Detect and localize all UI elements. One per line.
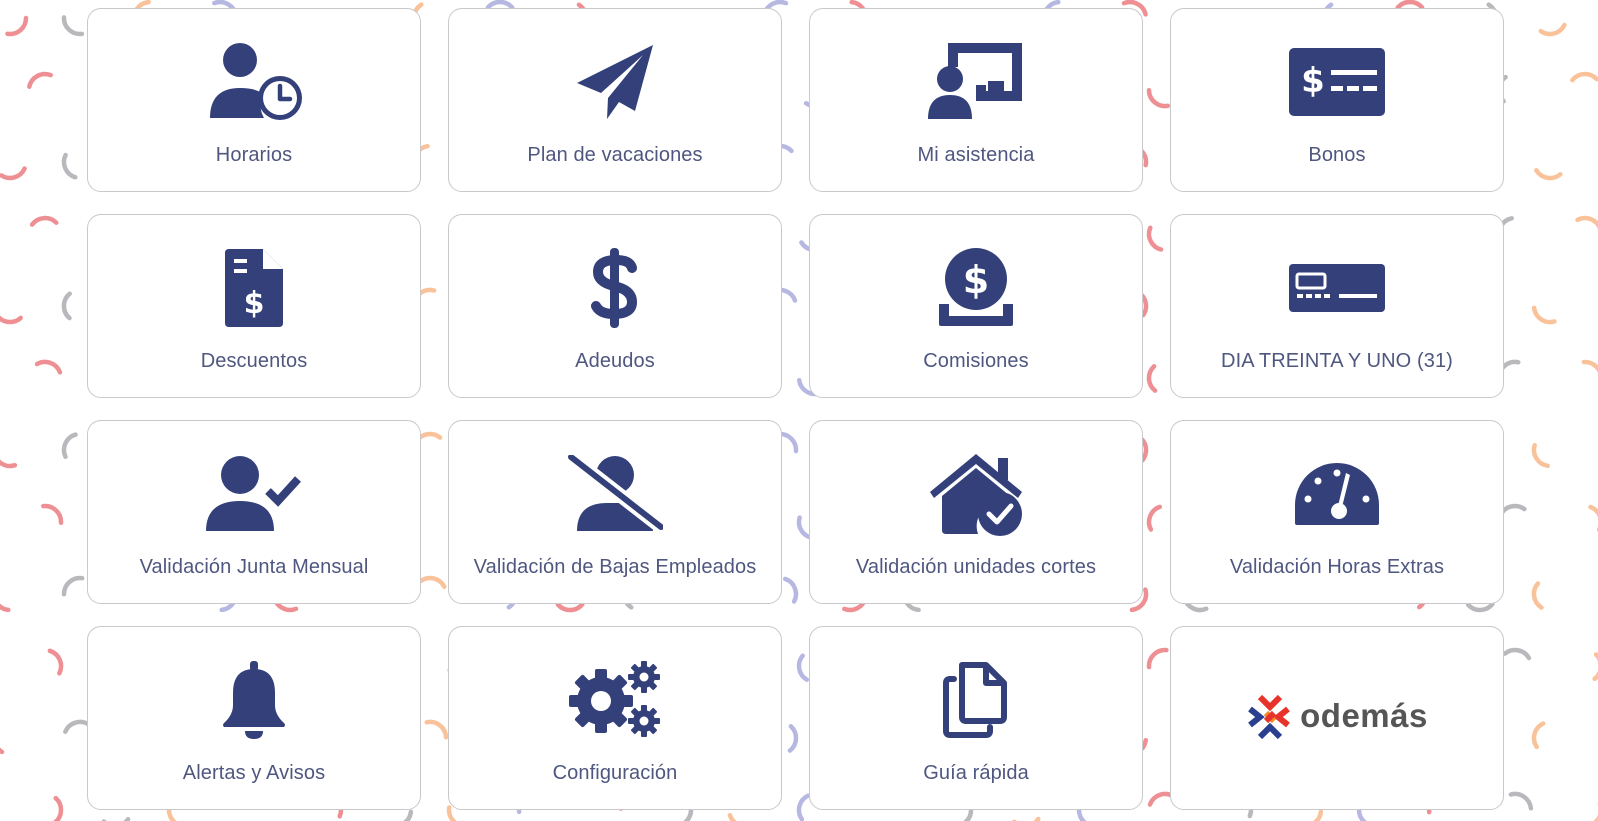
tile-validacion-unidades-cortes[interactable]: Validación unidades cortes (809, 420, 1143, 604)
tile-label: Comisiones (923, 350, 1029, 372)
tile-label: Guía rápida (923, 762, 1029, 784)
gauge-icon (1287, 451, 1387, 537)
svg-text:$: $ (1301, 61, 1325, 101)
tile-label: Validación de Bajas Empleados (473, 556, 757, 578)
money-check-icon: $ (1287, 39, 1387, 125)
tile-adeudos[interactable]: Adeudos (448, 214, 782, 398)
tile-validacion-de-bajas-empleados[interactable]: Validación de Bajas Empleados (448, 420, 782, 604)
svg-text:$: $ (244, 286, 265, 321)
svg-text:$: $ (963, 258, 989, 302)
file-invoice-dollar-icon: $ (204, 245, 304, 331)
tile-label: Plan de vacaciones (527, 144, 703, 166)
tile-bonos[interactable]: $ Bonos (1170, 8, 1504, 192)
bell-icon (204, 657, 304, 743)
chalkboard-user-icon (926, 39, 1026, 125)
user-check-icon (204, 451, 304, 537)
tile-label: Bonos (1308, 144, 1366, 166)
tile-validacion-junta-mensual[interactable]: Validación Junta Mensual (87, 420, 421, 604)
odemas-logo-text: odemás (1300, 697, 1428, 734)
credit-card-icon (1287, 245, 1387, 331)
tile-dia-treinta-y-uno[interactable]: DIA TREINTA Y UNO (31) (1170, 214, 1504, 398)
tile-label: Validación Junta Mensual (139, 556, 369, 578)
tile-label: Alertas y Avisos (182, 762, 326, 784)
tile-label: Validación Horas Extras (1229, 556, 1445, 578)
tile-horarios[interactable]: Horarios (87, 8, 421, 192)
tile-label: DIA TREINTA Y UNO (31) (1221, 350, 1453, 372)
user-clock-icon (204, 39, 304, 125)
tile-descuentos[interactable]: $ Descuentos (87, 214, 421, 398)
tile-label: Horarios (215, 144, 293, 166)
tile-mi-asistencia[interactable]: Mi asistencia (809, 8, 1143, 192)
user-slash-icon (565, 451, 665, 537)
dollar-sign-icon (565, 245, 665, 331)
tile-comisiones[interactable]: $ Comisiones (809, 214, 1143, 398)
tile-configuracion[interactable]: Configuración (448, 626, 782, 810)
tile-label: Configuración (552, 762, 678, 784)
tile-label: Validación unidades cortes (855, 556, 1097, 578)
coin-deposit-icon: $ (926, 245, 1026, 331)
tile-label: Adeudos (575, 350, 655, 372)
odemas-logo-mark (1248, 694, 1291, 739)
copy-icon (926, 657, 1026, 743)
gears-icon (565, 657, 665, 743)
paper-plane-icon (565, 39, 665, 125)
house-check-icon (926, 451, 1026, 537)
odemas-logo: odemás (1171, 693, 1503, 739)
tile-alertas-y-avisos[interactable]: Alertas y Avisos (87, 626, 421, 810)
menu-grid: Horarios Plan de vacaciones Mi asistenci… (87, 8, 1504, 810)
tile-label: Descuentos (200, 350, 308, 372)
tile-plan-de-vacaciones[interactable]: Plan de vacaciones (448, 8, 782, 192)
tile-odemas-logo[interactable]: odemás (1170, 626, 1504, 810)
tile-validacion-horas-extras[interactable]: Validación Horas Extras (1170, 420, 1504, 604)
tile-guia-rapida[interactable]: Guía rápida (809, 626, 1143, 810)
tile-label: Mi asistencia (917, 144, 1035, 166)
